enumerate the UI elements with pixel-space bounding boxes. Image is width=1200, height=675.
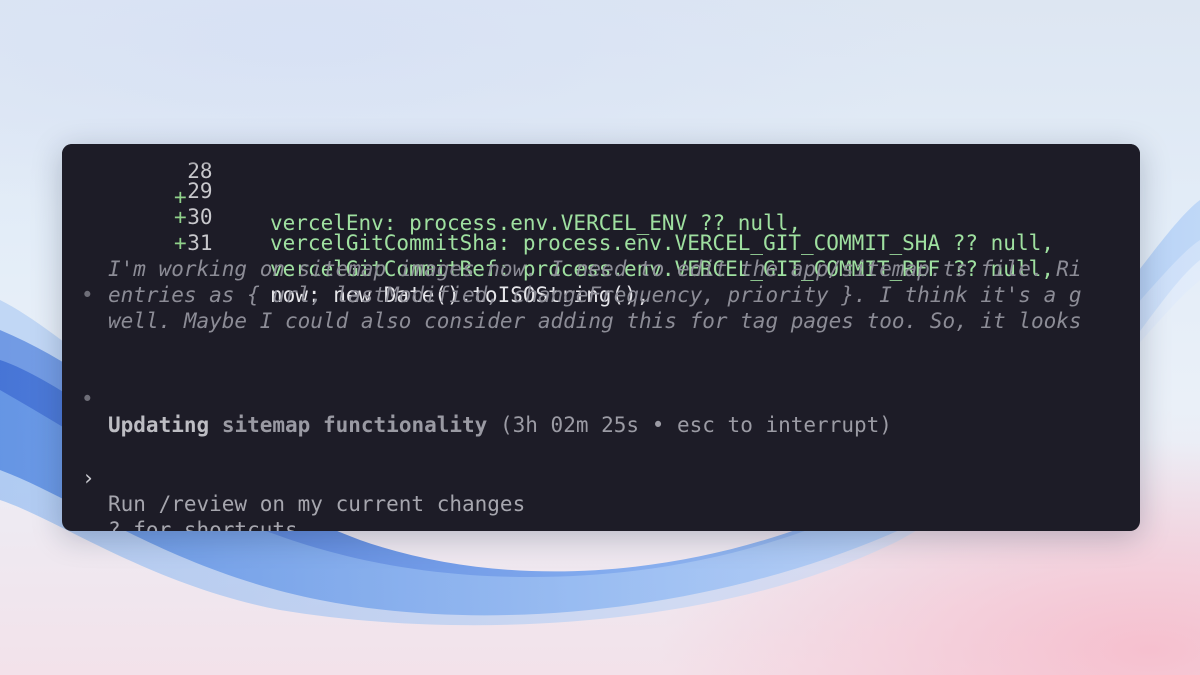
line-number: 31: [187, 231, 213, 255]
line-number: 29: [187, 179, 213, 203]
message-bullet: •: [81, 283, 94, 307]
shortcuts-hint-text: ? for shortcuts: [108, 518, 298, 531]
terminal-window[interactable]: 28 + vercelEnv: process.env.VERCEL_ENV ?…: [62, 144, 1140, 531]
status-timer: (3h 02m 25s • esc to interrupt): [499, 413, 892, 437]
diff-code: vercelGitCommitSha: process.env.VERCEL_G…: [270, 231, 1054, 255]
status-task: sitemap functionality: [221, 413, 488, 437]
prompt-caret-icon: ›: [82, 466, 95, 490]
prompt-input[interactable]: Run /review on my current changes: [108, 491, 525, 517]
status-text: Updating sitemap functionality (3h 02m 2…: [108, 412, 892, 438]
line-number: 30: [187, 205, 213, 229]
scroll-fade: [62, 144, 1140, 166]
message-line: entries as { url, lastModified, changeFr…: [108, 283, 1082, 307]
status-verb: Updating: [108, 413, 210, 437]
status-bullet: •: [81, 387, 94, 411]
message-line: well. Maybe I could also consider adding…: [108, 309, 1082, 333]
shortcuts-hint: ? for shortcuts: [62, 491, 298, 531]
message-line: I'm working on sitemap images now. I nee…: [108, 257, 1082, 281]
